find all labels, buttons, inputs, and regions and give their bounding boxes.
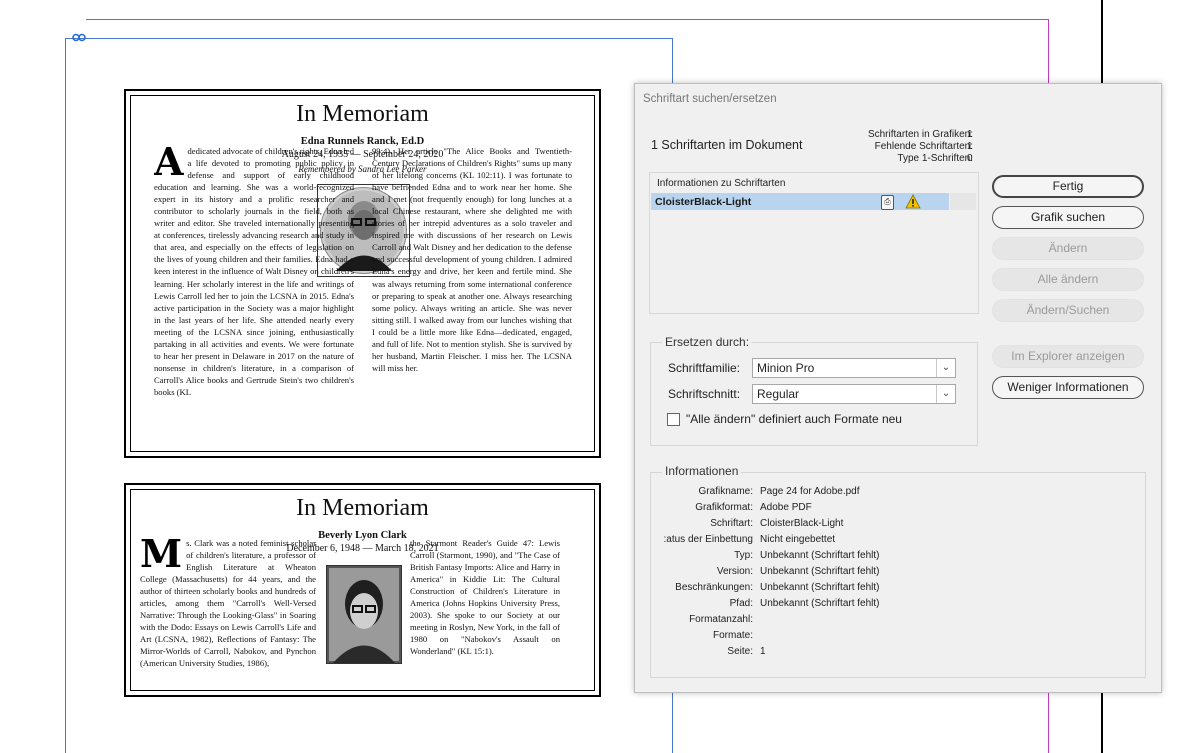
info-key: Schriftart: [710, 518, 753, 529]
reveal-in-explorer-button[interactable]: Im Explorer anzeigen [992, 345, 1144, 368]
font-style-label: Schriftschnitt: [668, 387, 741, 401]
font-row-name: CloisterBlack-Light [655, 196, 752, 208]
info-value: Unbekannt (Schriftart fehlt) [760, 598, 880, 609]
info-key: Pfad: [729, 598, 753, 609]
stat-label: Fehlende Schriftarten: [874, 141, 973, 152]
font-family-select[interactable]: Minion Pro ⌄ [752, 358, 956, 378]
info-row: Beschränkungen: Unbekannt (Schriftart feh… [635, 582, 1115, 598]
info-value: 1 [760, 646, 766, 657]
info-key: Formatanzahl: [689, 614, 753, 625]
info-row: Typ: Unbekannt (Schriftart fehlt) [635, 550, 1115, 566]
info-row: Pfad: Unbekannt (Schriftart fehlt) [635, 598, 1115, 614]
stat-value: 1 [967, 129, 973, 140]
stat-label: Schriftarten in Grafiken: [867, 129, 973, 140]
info-row: Schriftart: CloisterBlack-Light [635, 518, 1115, 534]
done-button[interactable]: Fertig [992, 175, 1144, 198]
find-graphic-button[interactable]: Grafik suchen [992, 206, 1144, 229]
change-button[interactable]: Ändern [992, 237, 1144, 260]
portrait-photo [326, 565, 402, 664]
info-key: Seite: [727, 646, 753, 657]
frame-edge-top[interactable] [65, 38, 673, 39]
memorial-frame-2[interactable]: In Memoriam Beverly Lyon Clark December … [124, 483, 601, 697]
info-value: Unbekannt (Schriftart fehlt) [760, 582, 880, 593]
info-row: Formatanzahl: [635, 614, 1115, 630]
find-replace-font-dialog[interactable]: Schriftart suchen/ersetzen 1 Schriftarte… [634, 83, 1162, 693]
info-row: Grafikformat: Adobe PDF [635, 502, 1115, 518]
memorial-text-2: 99:4). Her article "The Alice Books and … [372, 146, 572, 373]
memorial-text-2: the Starmont Reader's Guide 47: Lewis Ca… [410, 538, 560, 657]
info-key: Version: [716, 566, 753, 577]
stat-label: Type 1-Schriften: [897, 153, 973, 164]
info-key: atus der Einbettung: [663, 534, 753, 545]
info-key: Typ: [734, 550, 753, 561]
font-family-label: Schriftfamilie: [668, 361, 741, 375]
warning-icon [905, 194, 921, 209]
fonts-in-document: 1 Schriftarten im Dokument [651, 138, 803, 152]
info-row: Version: Unbekannt (Schriftart fehlt) [635, 566, 1115, 582]
info-key: Grafikname: [698, 486, 753, 497]
info-value: Page 24 for Adobe.pdf [760, 486, 860, 497]
stat-value: 1 [967, 141, 973, 152]
font-list-column [950, 193, 976, 210]
font-list[interactable]: Informationen zu Schriftarten CloisterBl… [649, 172, 979, 314]
link-icon[interactable] [72, 33, 86, 42]
info-value: Unbekannt (Schriftart fehlt) [760, 550, 880, 561]
memorial-column-2: 99:4). Her article "The Alice Books and … [372, 145, 572, 435]
margin-guide-top [86, 19, 1049, 20]
info-key: Formate: [712, 630, 753, 641]
drop-cap: A [154, 145, 184, 184]
replace-section-label: Ersetzen durch: [662, 335, 753, 349]
memorial-column-1: Adedicated advocate of children's rights… [154, 145, 354, 445]
font-stats-labels: Schriftarten in Grafiken: Fehlende Schri… [868, 129, 973, 165]
info-value: CloisterBlack-Light [760, 518, 844, 529]
info-key: Beschränkungen: [675, 582, 753, 593]
info-value: Nicht eingebettet [760, 534, 836, 545]
font-style-select[interactable]: Regular ⌄ [752, 384, 956, 404]
drop-cap: M [140, 537, 183, 576]
info-section-label: Informationen [662, 464, 742, 478]
memorial-text-1: dedicated advocate of children's rights,… [154, 146, 354, 397]
less-info-button[interactable]: Weniger Informationen [992, 376, 1144, 399]
font-family-value: Minion Pro [757, 361, 815, 375]
info-row: Grafikname: Page 24 for Adobe.pdf [635, 486, 1115, 502]
memorial-column-1: Ms. Clark was a noted feminist scholar o… [140, 537, 316, 689]
dialog-title: Schriftart suchen/ersetzen [643, 93, 777, 105]
info-row: atus der Einbettung: Nicht eingebettet [635, 534, 1115, 550]
redefine-styles-checkbox[interactable] [667, 413, 680, 426]
info-value: Adobe PDF [760, 502, 812, 513]
memorial-title: In Memoriam [296, 101, 429, 127]
stat-value: 0 [967, 153, 973, 164]
info-key: Grafikformat: [695, 502, 753, 513]
frame-edge-left[interactable] [65, 38, 66, 753]
font-style-value: Regular [757, 387, 800, 401]
memorial-frame-1[interactable]: In Memoriam Edna Runnels Ranck, Ed.D Aug… [124, 89, 601, 458]
document-icon: ⎙ [881, 195, 894, 210]
redefine-styles-label[interactable]: "Alle ändern" definiert auch Formate neu [686, 412, 902, 426]
info-value: Unbekannt (Schriftart fehlt) [760, 566, 880, 577]
info-row: Seite: 1 [635, 646, 1115, 662]
chevron-down-icon: ⌄ [936, 359, 955, 377]
font-list-row[interactable]: CloisterBlack-Light ⎙ [651, 193, 949, 210]
font-list-header: Informationen zu Schriftarten [657, 178, 786, 189]
memorial-title: In Memoriam [296, 495, 429, 521]
info-row: Formate: [635, 630, 1115, 646]
change-all-button[interactable]: Alle ändern [992, 268, 1144, 291]
memorial-column-2: the Starmont Reader's Guide 47: Lewis Ca… [410, 537, 560, 689]
font-stats-values: 1 1 0 [967, 129, 973, 165]
change-find-button[interactable]: Ändern/Suchen [992, 299, 1144, 322]
chevron-down-icon: ⌄ [936, 385, 955, 403]
